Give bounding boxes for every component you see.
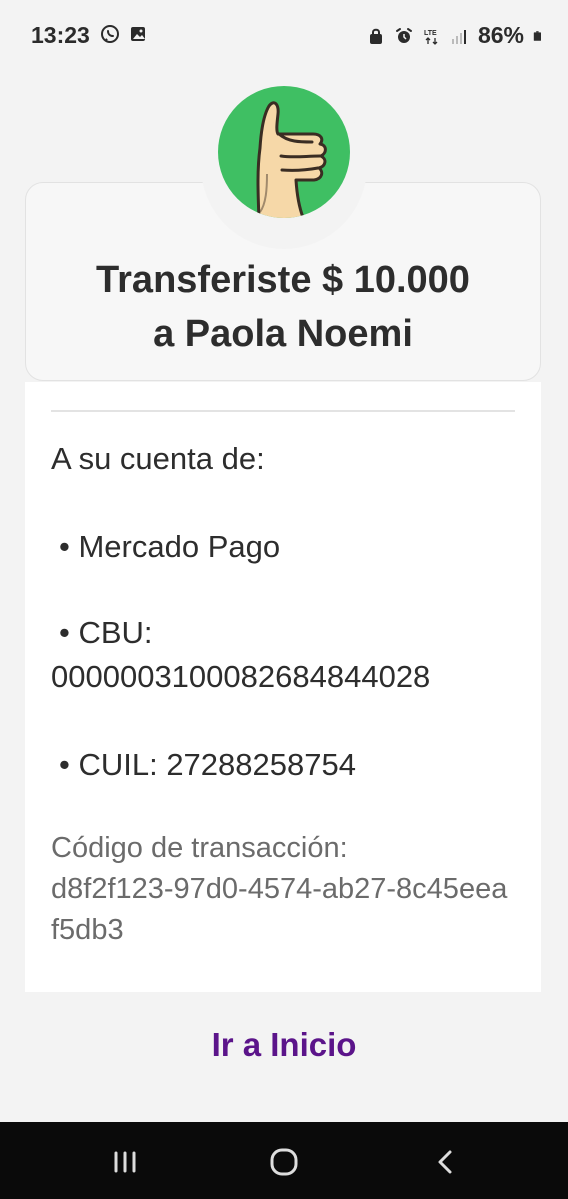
status-bar: 13:23 LTE 86% — [0, 0, 568, 76]
svg-text:LTE: LTE — [424, 30, 437, 37]
battery-percentage: 86% — [477, 22, 524, 48]
status-right-icons: LTE 86% — [366, 22, 544, 49]
transaction-code-label: Código de transacción: — [51, 832, 348, 864]
success-badge — [218, 86, 350, 218]
transfer-summary-title: Transferiste $ 10.000 a Paola Noemi — [26, 253, 540, 361]
android-navigation-bar — [0, 1122, 568, 1199]
thumbs-up-icon — [256, 101, 327, 218]
recent-apps-icon — [114, 1151, 136, 1173]
alarm-icon — [395, 27, 412, 43]
home-icon — [270, 1148, 298, 1176]
image-icon — [131, 27, 145, 41]
transaction-code-value: d8f2f123-97d0-4574-ab27-8c45eeaf5db3 — [51, 873, 508, 946]
recipient-name-line: a Paola Noemi — [153, 313, 413, 355]
battery-icon — [533, 30, 541, 41]
transfer-amount-line: Transferiste $ 10.000 — [96, 259, 470, 301]
cuil-value: • CUIL: 27288258754 — [59, 747, 356, 782]
lte-icon: LTE — [424, 30, 438, 45]
cbu-label: • CBU: — [59, 615, 153, 650]
cbu-value: 0000003100082684844028 — [51, 659, 431, 694]
status-time: 13:23 — [31, 22, 90, 48]
back-icon — [438, 1150, 452, 1174]
recent-apps-button[interactable] — [103, 1142, 147, 1182]
lock-icon — [369, 28, 382, 44]
destination-bank: • Mercado Pago — [59, 529, 281, 564]
details-divider — [51, 410, 515, 412]
whatsapp-icon — [101, 25, 119, 43]
transaction-code: Código de transacción: d8f2f123-97d0-457… — [51, 828, 511, 951]
signal-icon — [451, 29, 466, 44]
back-button[interactable] — [424, 1142, 468, 1182]
status-left-icons — [100, 24, 148, 44]
account-heading: A su cuenta de: — [51, 441, 265, 476]
bottom-action-area: Ir a Inicio — [0, 992, 568, 1122]
home-button[interactable] — [262, 1142, 306, 1182]
transfer-details-card: A su cuenta de: • Mercado Pago • CBU: 00… — [25, 382, 541, 992]
go-home-button[interactable]: Ir a Inicio — [0, 1026, 568, 1064]
